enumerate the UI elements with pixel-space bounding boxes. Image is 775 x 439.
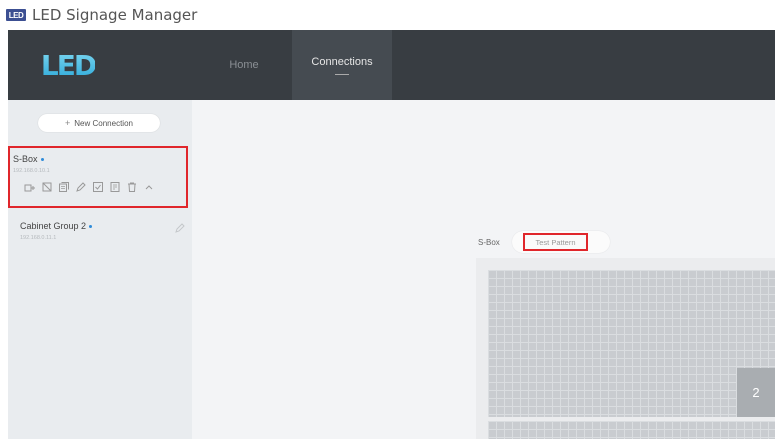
title-bar: LED LED Signage Manager — [0, 0, 775, 30]
tab-connections[interactable]: Connections — [292, 30, 392, 100]
led-screen-preview: 2 — [476, 258, 775, 439]
cabinet-grid-lower[interactable] — [488, 421, 775, 439]
device-label: S-Box — [478, 238, 500, 247]
unlink-icon[interactable] — [41, 181, 53, 193]
connection-item-cabinet-group-2[interactable]: Cabinet Group 2 192.168.0.11.1 — [20, 218, 190, 248]
cabinet-grid[interactable] — [488, 270, 775, 417]
plus-icon: + — [65, 118, 71, 128]
tab-home-label: Home — [229, 59, 259, 71]
edit-icon[interactable] — [75, 181, 87, 193]
status-dot-icon — [89, 224, 93, 228]
tab-connections-label: Connections — [311, 55, 373, 68]
connection-ip: 192.168.0.11.1 — [20, 235, 57, 241]
chevron-up-icon[interactable] — [143, 181, 155, 193]
check-box-icon[interactable] — [92, 181, 104, 193]
connection-ip: 192.168.0.10.1 — [13, 168, 50, 174]
connection-name-text: S-Box — [13, 154, 38, 164]
tab-home[interactable]: Home — [196, 30, 292, 100]
connection-name: Cabinet Group 2 — [20, 221, 93, 231]
connection-name: S-Box — [13, 154, 44, 164]
led-logo-icon: LED — [40, 48, 97, 82]
app-logo-icon: LED — [6, 9, 26, 21]
connection-item-s-box[interactable]: S-Box 192.168.0.10.1 — [8, 146, 188, 208]
app-window: LED LED Signage Manager LED Home Connect… — [0, 0, 775, 439]
edit-icon[interactable] — [174, 222, 186, 234]
active-tab-indicator — [335, 73, 349, 75]
connection-actions — [24, 181, 155, 193]
new-connection-button[interactable]: + New Connection — [38, 114, 160, 132]
connections-sidebar: + New Connection S-Box 192.168.0.10.1 Ca… — [8, 100, 192, 439]
main-canvas: S-Box Test Pattern 2 — [192, 100, 775, 439]
add-group-icon[interactable] — [24, 181, 36, 193]
window-title: LED Signage Manager — [32, 6, 198, 24]
cabinet-number-badge[interactable]: 2 — [737, 368, 775, 417]
brand-logo: LED — [8, 30, 128, 100]
new-connection-label: New Connection — [74, 118, 133, 128]
top-navigation: LED Home Connections — [8, 30, 775, 100]
connection-name-text: Cabinet Group 2 — [20, 221, 87, 231]
document-icon[interactable] — [109, 181, 121, 193]
test-pattern-button[interactable]: Test Pattern — [523, 233, 588, 251]
copy-icon[interactable] — [58, 181, 70, 193]
status-dot-icon — [40, 157, 44, 161]
trash-icon[interactable] — [126, 181, 138, 193]
